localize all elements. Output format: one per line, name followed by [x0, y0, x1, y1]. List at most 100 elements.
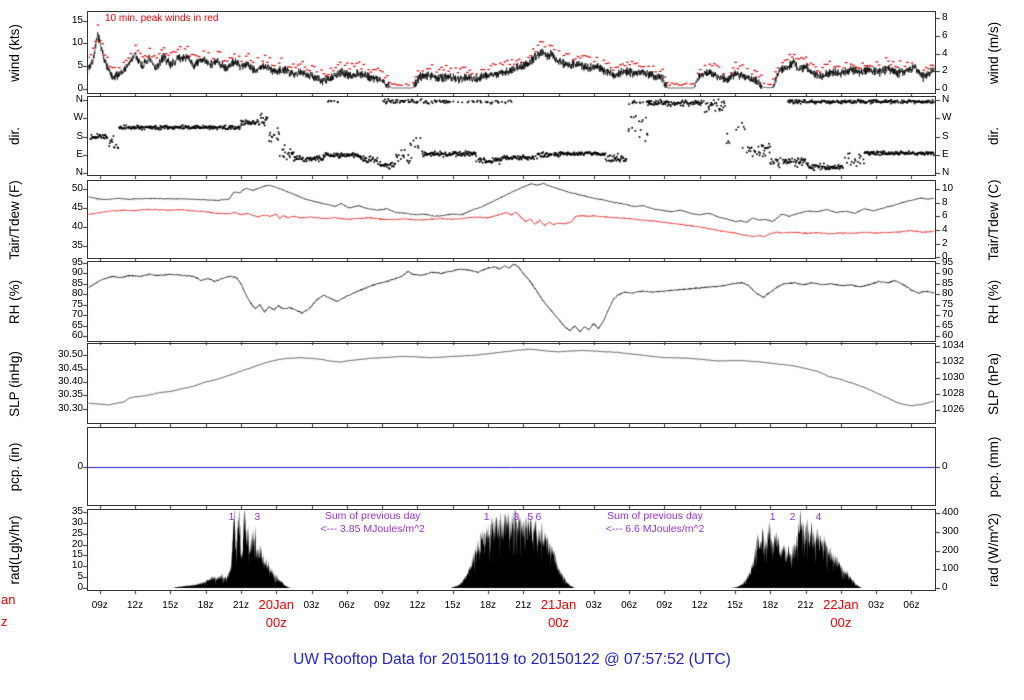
- y-tick-label-right: N: [942, 166, 950, 178]
- rad-hour-marker: 6: [535, 511, 542, 523]
- y-tick-label-right: 6: [942, 29, 948, 41]
- axis-title-right: pcp. (mm): [986, 436, 1001, 497]
- y-tick-label-right: W: [942, 112, 952, 124]
- rad-hour-marker: 1: [228, 511, 235, 523]
- peak-wind-note: 10 min. peak winds in red: [105, 13, 219, 24]
- time-tick-label: 12z: [126, 600, 144, 611]
- axis-title-right: Tair/Tdew (C): [986, 178, 1001, 261]
- rad-annotation-line2: <--- 3.85 MJoules/m^2: [320, 523, 425, 535]
- y-tick-label-left: 45: [71, 201, 83, 213]
- axis-title-right: rad (W/m^2): [986, 513, 1001, 587]
- y-tick-label-right: 80: [942, 288, 954, 300]
- clipped-date-label-line2: z: [1, 614, 8, 629]
- y-tick-label-right: 0: [942, 582, 948, 594]
- rad-annotation-line2: <--- 6.6 MJoules/m^2: [605, 523, 705, 535]
- y-tick-label-right: 1032: [942, 355, 965, 367]
- axis-title-right: wind (m/s): [986, 21, 1001, 84]
- y-tick-label-left: 10: [71, 560, 83, 572]
- time-tick-label: 15z: [726, 600, 744, 611]
- panel-precip: [87, 427, 936, 506]
- axis-title-left: SLP (inHg): [7, 350, 22, 417]
- time-tick-label: 06z: [338, 600, 355, 611]
- y-tick-label-left: 5: [77, 60, 83, 72]
- axis-title-right: RH (%): [986, 279, 1001, 324]
- time-tick-label: 09z: [91, 600, 108, 611]
- date-label: 22Jan: [823, 597, 859, 612]
- y-tick-label-left: 50: [71, 182, 83, 194]
- y-tick-label-left: 30.30: [57, 402, 83, 414]
- panel-direction: [87, 96, 936, 176]
- y-tick-label-left: 65: [71, 319, 83, 331]
- y-tick-label-left: 25: [71, 527, 83, 539]
- y-tick-label-left: 85: [71, 277, 83, 289]
- axis-title-left: RH (%): [7, 279, 22, 324]
- y-tick-label-right: N: [942, 94, 950, 106]
- y-tick-label-left: N: [75, 94, 83, 106]
- y-tick-label-left: 60: [71, 329, 83, 341]
- date-label: 21Jan: [540, 597, 577, 612]
- time-tick-label: 18z: [762, 600, 779, 611]
- y-tick-label-right: 10: [942, 182, 954, 194]
- y-tick-label-right: 300: [942, 525, 959, 537]
- y-tick-label-right: E: [942, 148, 949, 160]
- y-tick-label-right: 400: [942, 507, 959, 519]
- time-tick-label: 15z: [444, 600, 461, 611]
- y-tick-label-left: 30.45: [57, 362, 83, 374]
- y-tick-label-left: 15: [71, 14, 83, 26]
- date-label-z: 00z: [265, 615, 287, 630]
- y-tick-label-left: 70: [71, 309, 83, 321]
- axis-title-left: wind (kts): [7, 23, 22, 82]
- panel-humidity: [87, 261, 936, 342]
- panel-temperature: [87, 180, 936, 259]
- time-tick-label: 09z: [374, 600, 391, 611]
- y-tick-label-right: 2: [942, 65, 948, 77]
- time-tick-label: 12z: [409, 600, 426, 611]
- y-tick-label-left: 35: [71, 239, 83, 251]
- y-tick-label-left: 5: [77, 571, 83, 583]
- axis-title-right: dir.: [986, 126, 1001, 146]
- clipped-date-label-line1: an: [1, 592, 16, 607]
- y-tick-label-left: 75: [71, 298, 83, 310]
- y-tick-label-right: 4: [942, 47, 948, 59]
- y-tick-label-left: 30.35: [57, 389, 83, 401]
- y-tick-label-right: 4: [942, 223, 948, 235]
- y-tick-label-right: 2: [942, 237, 948, 249]
- rad-hour-marker: 1: [769, 511, 776, 523]
- rad-hour-marker: 3: [254, 511, 261, 523]
- time-tick-label: 18z: [197, 600, 214, 611]
- y-tick-label-right: 1028: [942, 387, 965, 399]
- y-tick-label-left: 35: [71, 505, 83, 517]
- time-tick-label: 09z: [656, 600, 673, 611]
- panel-pressure: [87, 343, 936, 424]
- rad-hour-marker: 5: [527, 511, 534, 523]
- y-tick-label-right: 100: [942, 563, 959, 575]
- rad-hour-marker: 4: [815, 511, 822, 523]
- y-tick-label-left: 30.40: [57, 376, 83, 388]
- axis-title-left: Tair/Tdew (F): [7, 179, 22, 260]
- date-label-z: 00z: [830, 615, 852, 630]
- y-tick-label-left: S: [76, 130, 83, 142]
- y-tick-label-right: S: [942, 130, 949, 142]
- chart-title: UW Rooftop Data for 20150119 to 20150122…: [293, 651, 731, 668]
- rad-annotation-line1: Sum of previous day: [324, 510, 421, 522]
- y-tick-label-right: 6: [942, 210, 948, 222]
- panel-radiation: [87, 509, 936, 591]
- axis-title-right: SLP (hPa): [986, 352, 1001, 415]
- time-tick-label: 12z: [691, 600, 708, 611]
- y-tick-label-left: N: [75, 166, 83, 178]
- y-tick-label-right: 85: [942, 277, 954, 289]
- y-tick-label-right: 65: [942, 319, 954, 331]
- y-tick-label-left: 40: [71, 220, 83, 232]
- y-tick-label-left: 15: [71, 549, 83, 561]
- y-tick-label-left: 95: [71, 256, 83, 268]
- y-tick-label-left: 90: [71, 267, 83, 279]
- y-tick-label-left: 10: [71, 37, 83, 49]
- y-tick-label-right: 0: [942, 460, 948, 472]
- y-tick-label-left: E: [76, 148, 83, 160]
- time-tick-label: 15z: [162, 600, 179, 611]
- time-tick-label: 06z: [621, 600, 638, 611]
- y-tick-label-left: 0: [77, 460, 83, 472]
- y-tick-label-right: 75: [942, 298, 954, 310]
- y-tick-label-left: 20: [71, 538, 83, 550]
- rad-hour-marker: 3: [513, 511, 520, 523]
